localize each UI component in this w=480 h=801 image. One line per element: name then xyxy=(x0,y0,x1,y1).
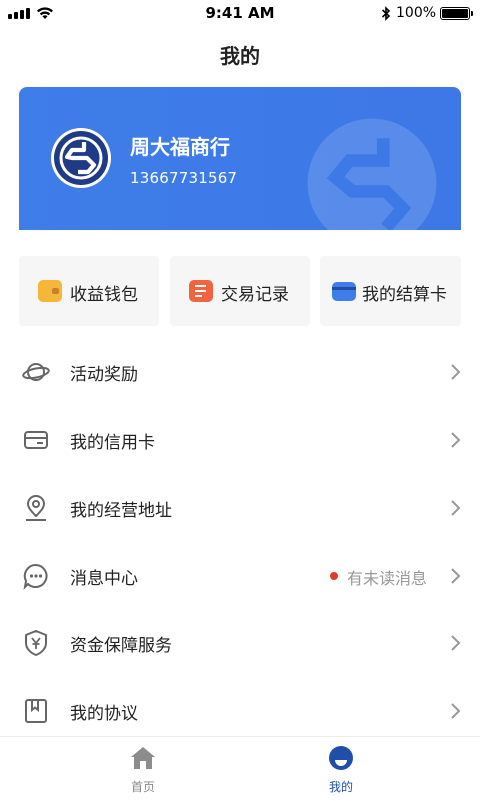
chevron-right-icon xyxy=(451,432,461,448)
page-title: 我的 xyxy=(220,44,260,68)
message-icon xyxy=(23,563,48,590)
chevron-right-icon xyxy=(451,703,461,719)
menu-item-fund-protection[interactable]: 资金保障服务 xyxy=(0,609,480,677)
quick-action-label: 收益钱包 xyxy=(70,285,138,305)
bluetooth-icon xyxy=(381,6,391,21)
status-bar: 9:41 AM 100% xyxy=(0,0,480,28)
menu-item-label: 消息中心 xyxy=(70,569,138,589)
menu-item-business-address[interactable]: 我的经营地址 xyxy=(0,474,480,542)
battery-icon xyxy=(440,7,473,20)
menu-item-label: 我的信用卡 xyxy=(70,433,155,453)
home-icon xyxy=(131,747,155,769)
menu-item-label: 资金保障服务 xyxy=(70,636,172,656)
chevron-right-icon xyxy=(451,500,461,516)
planet-icon xyxy=(22,363,50,381)
chevron-right-icon xyxy=(451,635,461,651)
card-icon xyxy=(332,282,356,301)
chevron-right-icon xyxy=(451,568,461,584)
menu-item-label: 我的协议 xyxy=(70,704,138,724)
unread-dot xyxy=(330,572,338,580)
profile-card[interactable]: 周大福商行 13667731567 xyxy=(19,87,461,230)
battery-percent: 100% xyxy=(396,5,437,21)
menu-item-credit-card[interactable]: 我的信用卡 xyxy=(0,406,480,474)
tab-mine[interactable]: 我的 xyxy=(221,737,461,801)
shield-yen-icon xyxy=(25,629,47,657)
shop-phone: 13667731567 xyxy=(130,169,238,187)
menu-item-activity-rewards[interactable]: 活动奖励 xyxy=(0,338,480,406)
bookmark-doc-icon xyxy=(25,699,47,723)
shop-name: 周大福商行 xyxy=(130,135,230,159)
quick-action-records[interactable]: 交易记录 xyxy=(170,256,310,326)
shop-logo-icon xyxy=(54,131,108,185)
chevron-right-icon xyxy=(451,364,461,380)
menu-item-label: 我的经营地址 xyxy=(70,501,172,521)
quick-action-settlement-card[interactable]: 我的结算卡 xyxy=(320,256,461,326)
location-pin-icon xyxy=(26,495,46,521)
record-icon xyxy=(189,280,213,302)
menu-item-message-center[interactable]: 消息中心 有未读消息 xyxy=(0,542,480,610)
unread-badge-text: 有未读消息 xyxy=(347,569,428,588)
tab-label: 我的 xyxy=(328,780,353,794)
credit-card-icon xyxy=(24,431,48,449)
quick-action-label: 交易记录 xyxy=(221,285,289,305)
menu-item-label: 活动奖励 xyxy=(70,365,138,385)
tab-bar: 首页 我的 xyxy=(0,736,480,800)
wallet-icon xyxy=(38,280,62,302)
menu-item-agreements[interactable]: 我的协议 xyxy=(0,677,480,745)
quick-action-label: 我的结算卡 xyxy=(362,285,447,305)
shop-avatar xyxy=(51,128,111,188)
quick-action-wallet[interactable]: 收益钱包 xyxy=(19,256,159,326)
profile-icon xyxy=(329,746,353,770)
watermark-logo-icon xyxy=(307,118,437,230)
